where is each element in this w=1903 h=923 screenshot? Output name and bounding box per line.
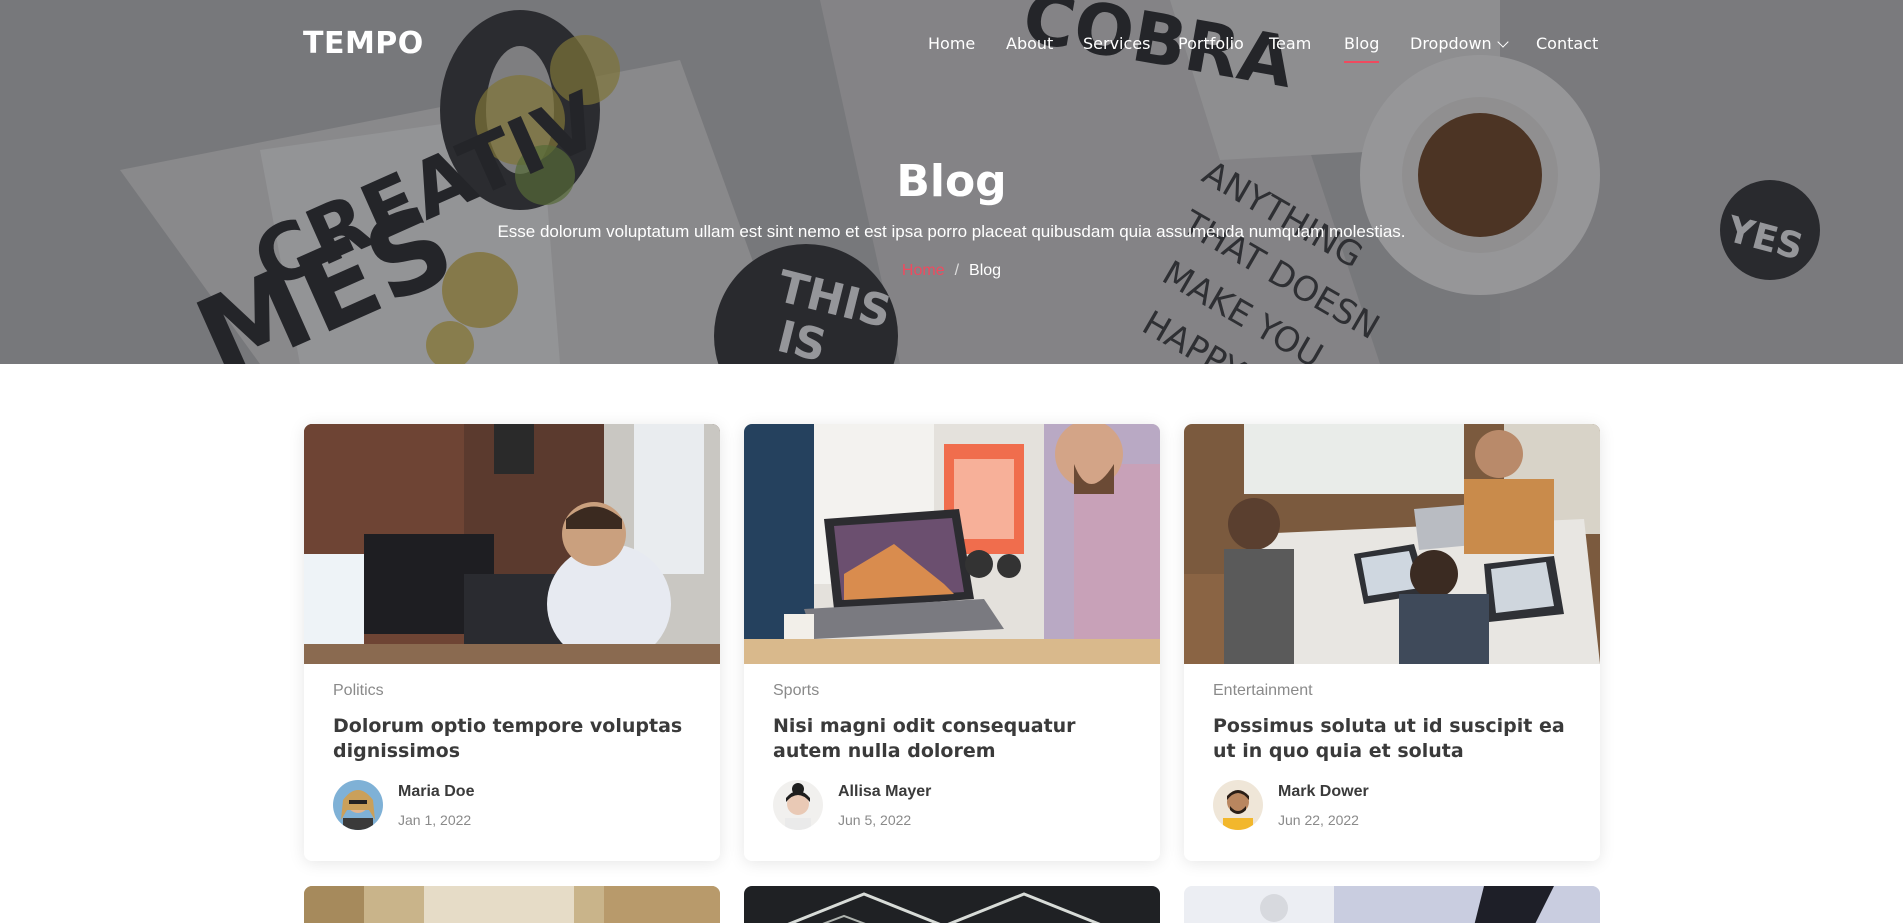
author-name: Maria Doe: [398, 783, 475, 800]
author-avatar: [773, 780, 823, 830]
page-subtitle: Esse dolorum voluptatum ullam est sint n…: [497, 222, 1406, 241]
nav-about[interactable]: About: [1006, 34, 1053, 53]
post-category[interactable]: Entertainment: [1213, 682, 1313, 700]
post-category[interactable]: Sports: [773, 682, 819, 700]
blog-card-image-partial[interactable]: [744, 886, 1160, 923]
nav-services[interactable]: Services: [1083, 34, 1150, 53]
blog-card[interactable]: Politics Dolorum optio tempore voluptas …: [304, 424, 720, 861]
nav-home[interactable]: Home: [928, 34, 975, 53]
nav-portfolio[interactable]: Portfolio: [1178, 34, 1244, 53]
post-date: Jun 5, 2022: [838, 812, 912, 828]
site-logo[interactable]: TEMPO: [303, 26, 424, 61]
breadcrumb-home-link[interactable]: Home: [902, 262, 945, 279]
post-thumbnail-image[interactable]: [744, 424, 1160, 664]
nav-contact[interactable]: Contact: [1536, 34, 1598, 53]
nav-team[interactable]: Team: [1269, 34, 1311, 53]
author-avatar: [1213, 780, 1263, 830]
nav-blog[interactable]: Blog: [1344, 34, 1380, 63]
author-name: Allisa Mayer: [838, 783, 932, 800]
post-thumbnail-image[interactable]: [304, 424, 720, 664]
post-title[interactable]: Nisi magni odit consequatur autem nulla …: [773, 714, 1143, 764]
page-header: CREATIV MES COBRA ANYTHING THAT DOESN MA…: [0, 0, 1903, 364]
breadcrumb-separator: /: [954, 262, 960, 279]
post-title[interactable]: Possimus soluta ut id suscipit ea ut in …: [1213, 714, 1583, 764]
page-title: Blog: [896, 156, 1007, 207]
post-category[interactable]: Politics: [333, 682, 384, 700]
top-navbar: TEMPO Home About Services Portfolio Team…: [0, 0, 1903, 90]
breadcrumb: Home / Blog: [0, 262, 1903, 280]
post-date: Jan 1, 2022: [398, 812, 472, 828]
blog-card-image-partial[interactable]: [304, 886, 720, 923]
chevron-down-icon: [1497, 36, 1509, 48]
nav-dropdown[interactable]: Dropdown: [1410, 34, 1509, 53]
blog-card[interactable]: Entertainment Possimus soluta ut id susc…: [1184, 424, 1600, 861]
post-title[interactable]: Dolorum optio tempore voluptas dignissim…: [333, 714, 703, 764]
author-avatar: [333, 780, 383, 830]
blog-card-image-partial[interactable]: [1184, 886, 1600, 923]
author-name: Mark Dower: [1278, 783, 1369, 800]
blog-card[interactable]: Sports Nisi magni odit consequatur autem…: [744, 424, 1160, 861]
breadcrumb-current: Blog: [969, 262, 1002, 279]
nav-dropdown-label: Dropdown: [1410, 34, 1492, 53]
post-date: Jun 22, 2022: [1278, 812, 1359, 828]
post-thumbnail-image[interactable]: [1184, 424, 1600, 664]
